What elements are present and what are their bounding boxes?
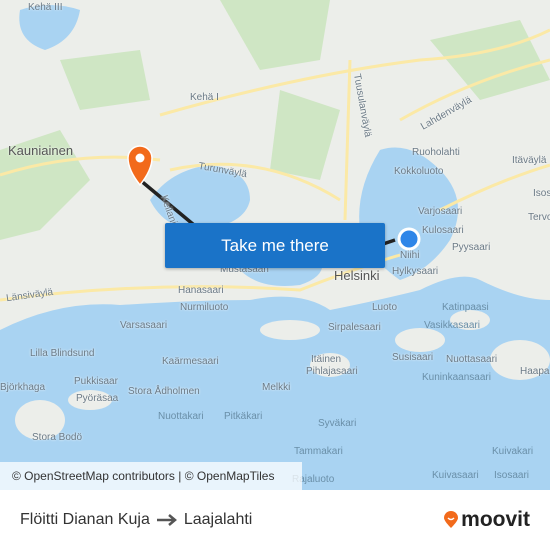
take-me-there-button[interactable]: Take me there [165, 223, 385, 268]
destination-name: Laajalahti [183, 511, 253, 528]
brand-name: moovit [461, 508, 530, 531]
origin-name: Flöitti Dianan Kuja [20, 511, 150, 528]
map-attribution[interactable]: © OpenStreetMap contributors | © OpenMap… [0, 462, 302, 490]
moovit-pin-icon [444, 511, 459, 528]
arrow-right-icon [156, 514, 177, 526]
origin-marker-icon[interactable] [397, 227, 421, 251]
footer: Flöitti Dianan Kuja Laajalahti moovit [0, 490, 550, 550]
moovit-logo: moovit [443, 508, 530, 532]
map[interactable]: Kehä III Kehä I Kauniainen Turunväylä Tu… [0, 0, 550, 490]
route-summary: Flöitti Dianan Kuja Laajalahti [20, 511, 252, 529]
destination-pin-icon[interactable] [127, 145, 153, 187]
